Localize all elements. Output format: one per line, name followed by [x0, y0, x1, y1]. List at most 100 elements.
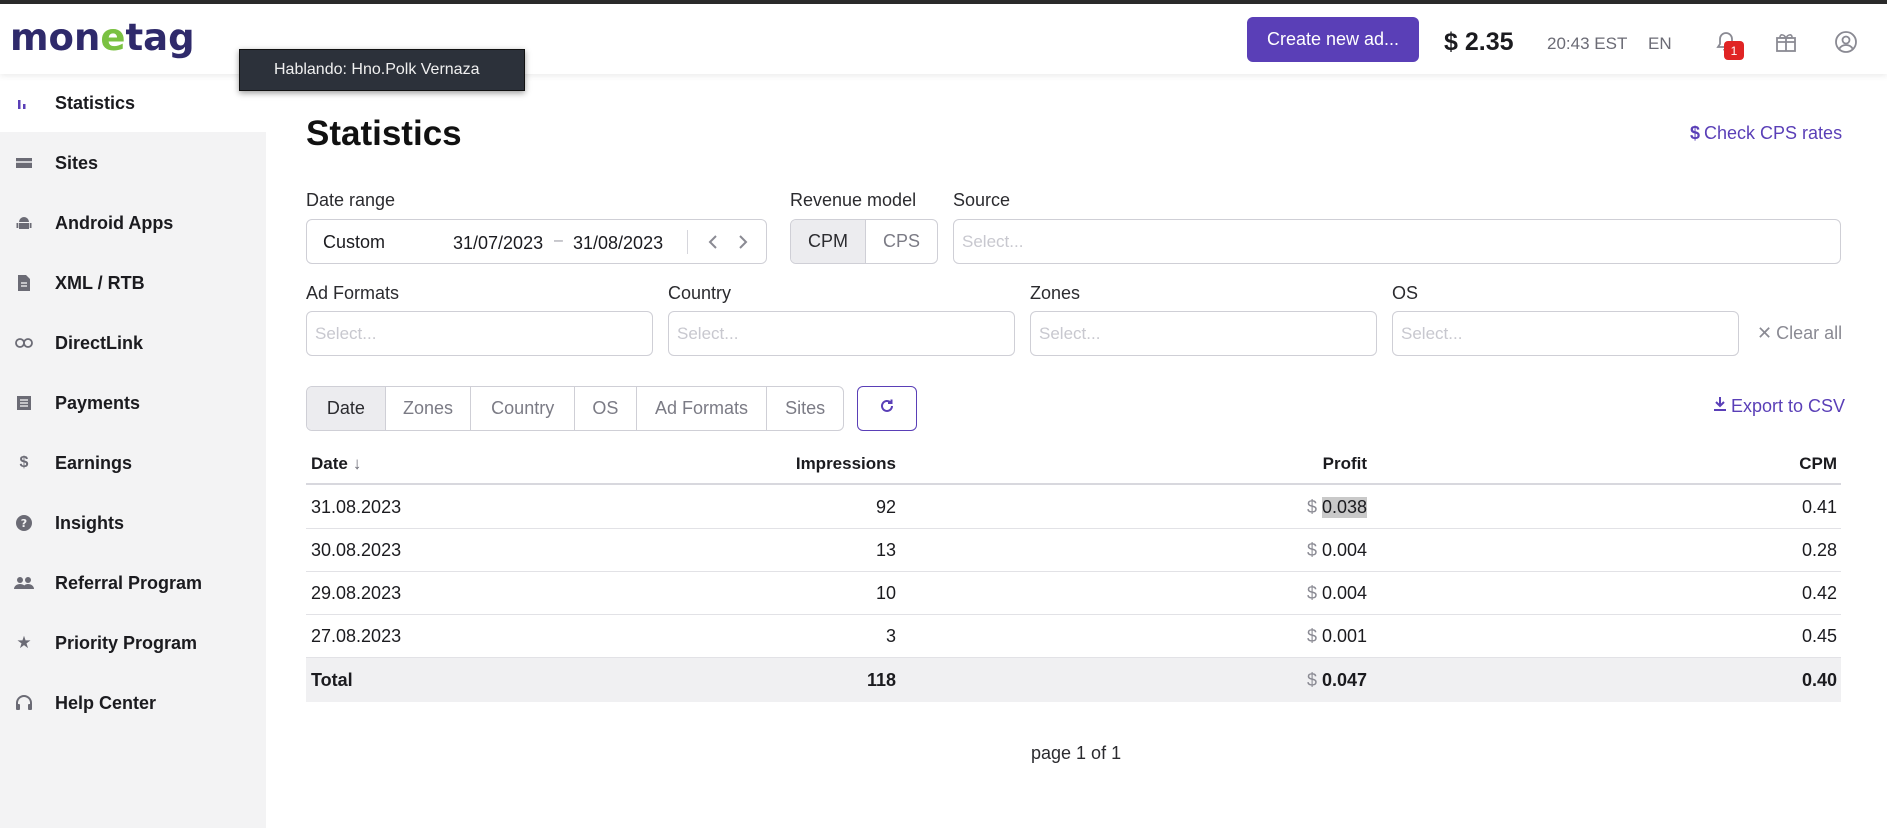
cell-cpm: 0.42: [1801, 583, 1837, 603]
download-icon: [1713, 396, 1727, 417]
sidebar-item-label: Referral Program: [55, 572, 203, 593]
cell-date: 30.08.2023: [311, 540, 402, 560]
cell-impressions: 92: [875, 497, 896, 517]
tab-date[interactable]: Date: [307, 387, 386, 430]
current-time: 20:43 EST: [1547, 34, 1628, 53]
country-label: Country: [668, 283, 732, 303]
table-row: 30.08.2023 13 $0.004 0.28: [306, 529, 1841, 572]
table-row: 27.08.2023 3 $0.001 0.45: [306, 615, 1841, 658]
sidebar-item-label: Priority Program: [55, 632, 198, 653]
cell-impressions: 3: [885, 626, 896, 646]
cell-profit: $0.004: [1307, 529, 1367, 572]
column-header-impressions[interactable]: Impressions: [796, 442, 896, 485]
sidebar-item-xml-rtb[interactable]: XML / RTB: [0, 254, 266, 312]
people-icon: [14, 573, 34, 593]
create-new-ad-button[interactable]: Create new ad...: [1247, 17, 1419, 62]
sidebar-item-earnings[interactable]: $ Earnings: [0, 434, 266, 492]
cell-total-label: Total: [311, 669, 353, 690]
language-selector[interactable]: EN: [1648, 34, 1672, 54]
profit-value: 0.038: [1321, 497, 1367, 518]
date-range-type[interactable]: Custom: [323, 232, 385, 253]
ad-formats-select[interactable]: Select...: [306, 311, 653, 356]
cell-cpm: 0.28: [1801, 540, 1837, 560]
sidebar-item-label: Statistics: [55, 92, 136, 113]
check-cps-rates-link[interactable]: $ Check CPS rates: [1690, 123, 1842, 144]
sidebar-item-directlink[interactable]: DirectLink: [0, 314, 266, 372]
sites-icon: [14, 153, 34, 173]
currency-symbol: $: [1306, 540, 1317, 560]
link-icon: [14, 333, 34, 353]
clear-all-button[interactable]: ✕ Clear all: [1757, 323, 1842, 344]
bar-chart-icon: [14, 93, 34, 113]
tab-ad-formats[interactable]: Ad Formats: [637, 387, 768, 430]
zones-label: Zones: [1030, 283, 1081, 303]
gift-icon[interactable]: [1774, 30, 1798, 54]
country-select[interactable]: Select...: [668, 311, 1015, 356]
check-cps-rates-label: Check CPS rates: [1704, 123, 1843, 143]
cell-total-impressions: 118: [866, 669, 896, 690]
table-row: 29.08.2023 10 $0.004 0.42: [306, 572, 1841, 615]
chevron-right-icon[interactable]: [733, 231, 753, 253]
tab-country[interactable]: Country: [471, 387, 575, 430]
cell-impressions: 10: [875, 583, 896, 603]
android-icon: [14, 213, 34, 233]
sidebar-item-priority-program[interactable]: ★ Priority Program: [0, 614, 266, 672]
sidebar-item-statistics[interactable]: Statistics: [0, 74, 266, 132]
os-select[interactable]: Select...: [1392, 311, 1739, 356]
date-range-label: Date range: [306, 190, 396, 210]
tab-sites[interactable]: Sites: [767, 387, 843, 430]
close-icon: ✕: [1757, 323, 1773, 343]
tab-os[interactable]: OS: [575, 387, 637, 430]
sidebar-item-label: Payments: [55, 392, 141, 413]
monetag-logo[interactable]: monetag: [10, 16, 195, 59]
date-range-divider: [687, 230, 688, 254]
date-range-from[interactable]: 31/07/2023: [453, 233, 543, 254]
profit-value: 0.004: [1321, 583, 1367, 603]
sidebar-item-sites[interactable]: Sites: [0, 134, 266, 192]
source-select[interactable]: Select...: [953, 219, 1841, 264]
sidebar-item-payments[interactable]: Payments: [0, 374, 266, 432]
account-icon[interactable]: [1834, 30, 1858, 54]
sidebar-item-label: Help Center: [55, 692, 157, 713]
revenue-model-cps[interactable]: CPS: [866, 220, 937, 263]
revenue-model-label: Revenue model: [790, 190, 917, 210]
speaker-tooltip: Hablando: Hno.Polk Vernaza: [239, 49, 525, 91]
export-csv-link[interactable]: Export to CSV: [1713, 396, 1845, 417]
arrow-down-icon: ↓: [352, 453, 362, 473]
revenue-model-cpm[interactable]: CPM: [791, 220, 866, 263]
notification-badge: 1: [1724, 41, 1744, 60]
sidebar-item-referral-program[interactable]: Referral Program: [0, 554, 266, 612]
cell-profit: $0.001: [1307, 615, 1367, 658]
clear-all-label: Clear all: [1776, 323, 1843, 343]
column-header-cpm[interactable]: CPM: [1799, 442, 1837, 485]
pagination-info: page 1 of 1: [1031, 743, 1122, 763]
cell-profit: $0.004: [1307, 572, 1367, 615]
cell-date: 27.08.2023: [311, 626, 402, 646]
cell-total-cpm: 0.40: [1801, 669, 1837, 690]
sidebar-item-insights[interactable]: ? Insights: [0, 494, 266, 552]
sidebar-item-help-center[interactable]: Help Center: [0, 674, 266, 732]
sidebar-item-android-apps[interactable]: Android Apps: [0, 194, 266, 252]
table-row: 31.08.2023 92 $0.038 0.41: [306, 486, 1841, 529]
profit-value: 0.004: [1321, 540, 1367, 560]
tab-zones[interactable]: Zones: [386, 387, 472, 430]
export-csv-label: Export to CSV: [1731, 396, 1846, 416]
table-header: Date ↓ Impressions Profit CPM: [306, 442, 1841, 485]
column-header-date[interactable]: Date ↓: [311, 442, 361, 485]
date-range-picker[interactable]: Custom 31/07/2023 – 31/08/2023: [306, 219, 767, 264]
balance-display: $ 2.35: [1444, 28, 1514, 56]
column-header-profit[interactable]: Profit: [1323, 442, 1367, 485]
dollar-icon: $: [1690, 123, 1701, 143]
refresh-icon: [878, 397, 896, 420]
payments-icon: [14, 393, 34, 413]
cell-total-profit: $0.047: [1307, 658, 1367, 702]
date-range-to[interactable]: 31/08/2023: [573, 233, 663, 254]
chevron-left-icon[interactable]: [703, 231, 723, 253]
help-circle-icon: ?: [14, 513, 34, 533]
currency-symbol: $: [1306, 583, 1317, 603]
cell-cpm: 0.45: [1801, 626, 1837, 646]
profit-value: 0.001: [1321, 626, 1367, 646]
zones-select[interactable]: Select...: [1030, 311, 1377, 356]
refresh-button[interactable]: [857, 386, 917, 431]
group-by-tabs: Date Zones Country OS Ad Formats Sites: [306, 386, 844, 431]
